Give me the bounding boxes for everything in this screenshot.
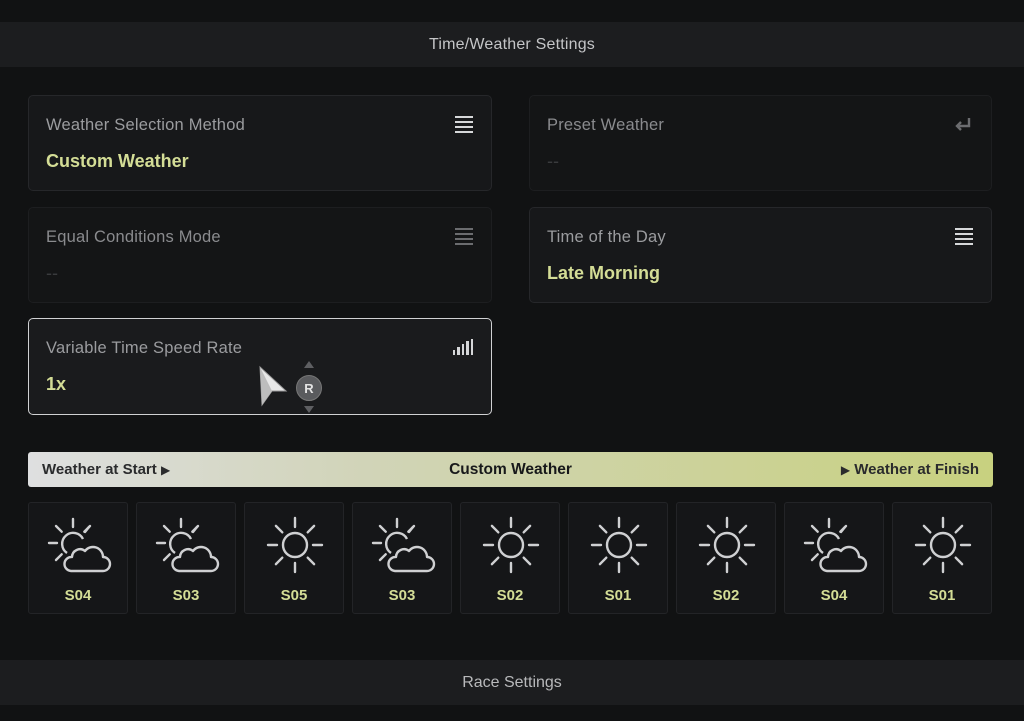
- time-of-day-setting[interactable]: Time of the Day Late Morning: [529, 207, 992, 303]
- decrease-arrow-icon: [304, 406, 314, 413]
- time-of-day-label: Time of the Day: [547, 228, 666, 246]
- weather-slot[interactable]: S03: [352, 502, 452, 614]
- increase-arrow-icon: [304, 361, 314, 368]
- weather-slot-code: S01: [928, 587, 956, 604]
- sun-icon: [698, 516, 756, 574]
- weather-slot[interactable]: S05: [244, 502, 344, 614]
- bars-icon: [452, 339, 473, 355]
- menu-icon: [455, 116, 473, 136]
- weather-slot[interactable]: S04: [784, 502, 884, 614]
- equal-conditions-mode-value: --: [46, 263, 58, 283]
- preset-weather-setting[interactable]: Preset Weather --: [529, 95, 992, 191]
- sun-cloud-icon: [803, 517, 868, 573]
- weather-slot[interactable]: S02: [460, 502, 560, 614]
- weather-slot-code: S01: [604, 587, 632, 604]
- weather-slot[interactable]: S02: [676, 502, 776, 614]
- sun-icon: [482, 516, 540, 574]
- weather-selection-method-value: Custom Weather: [46, 151, 189, 171]
- weather-selection-method-label: Weather Selection Method: [46, 116, 245, 134]
- play-arrow-icon: ▶: [840, 463, 851, 477]
- equal-conditions-mode-setting[interactable]: Equal Conditions Mode --: [28, 207, 492, 303]
- weather-slot-code: S04: [820, 587, 848, 604]
- preset-weather-label: Preset Weather: [547, 116, 665, 134]
- equal-conditions-mode-label: Equal Conditions Mode: [46, 228, 221, 246]
- race-settings-tab[interactable]: Race Settings: [0, 660, 1024, 705]
- weather-slot-code: S03: [388, 587, 416, 604]
- weather-slot-code: S04: [64, 587, 92, 604]
- weather-slot[interactable]: S04: [28, 502, 128, 614]
- menu-icon: [455, 228, 473, 248]
- page-title: Time/Weather Settings: [0, 22, 1024, 67]
- weather-timeline-bar: Weather at Start ▶ Custom Weather ▶ Weat…: [28, 452, 993, 487]
- weather-slot[interactable]: S01: [568, 502, 668, 614]
- time-of-day-value: Late Morning: [547, 263, 660, 283]
- weather-slot-code: S03: [172, 587, 200, 604]
- sun-icon: [590, 516, 648, 574]
- return-icon: [953, 116, 973, 139]
- weather-at-finish-label: ▶ Weather at Finish: [840, 461, 979, 478]
- pointer-cursor-icon: [258, 365, 288, 412]
- sun-icon: [266, 516, 324, 574]
- sun-icon: [914, 516, 972, 574]
- sun-cloud-icon: [371, 517, 436, 573]
- weather-slot-code: S02: [496, 587, 524, 604]
- preset-weather-value: --: [547, 151, 559, 171]
- sun-cloud-icon: [155, 517, 220, 573]
- weather-slot[interactable]: S03: [136, 502, 236, 614]
- sun-cloud-icon: [47, 517, 112, 573]
- weather-slot[interactable]: S01: [892, 502, 992, 614]
- r-stick-button: R: [296, 375, 322, 401]
- weather-slot-code: S02: [712, 587, 740, 604]
- weather-selection-method-setting[interactable]: Weather Selection Method Custom Weather: [28, 95, 492, 191]
- variable-time-speed-rate-value: 1x: [46, 374, 67, 394]
- weather-slot-code: S05: [280, 587, 308, 604]
- variable-time-speed-rate-label: Variable Time Speed Rate: [46, 339, 243, 357]
- menu-icon: [955, 228, 973, 248]
